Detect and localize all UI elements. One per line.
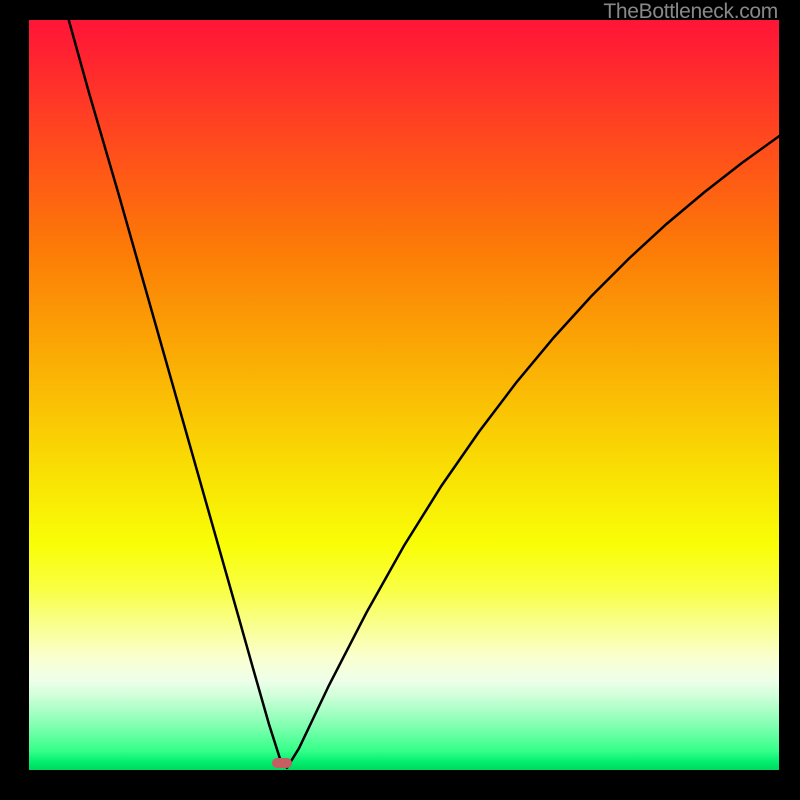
watermark-text: TheBottleneck.com: [603, 0, 778, 24]
gradient-plot-area: [29, 20, 779, 770]
optimal-point-marker: [272, 758, 292, 768]
